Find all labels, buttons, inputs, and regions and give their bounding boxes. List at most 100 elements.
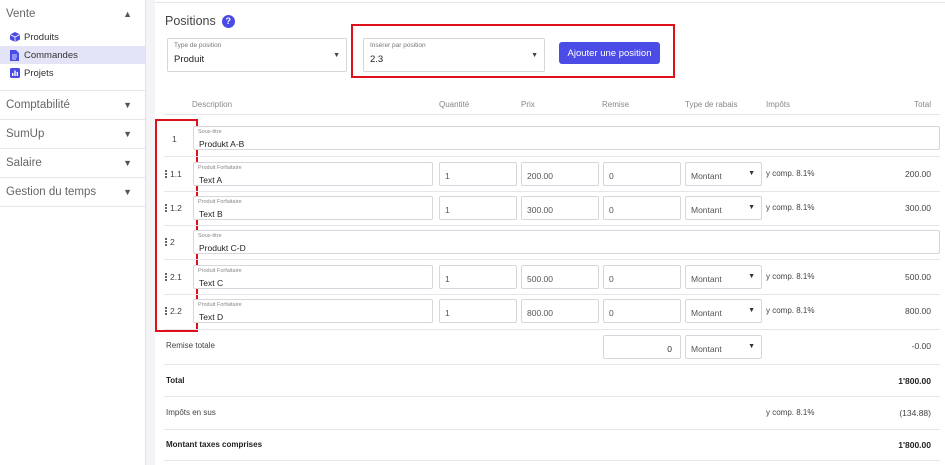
help-icon[interactable]: ? xyxy=(221,14,235,28)
sidebar-item-label: Produits xyxy=(24,31,59,43)
chevron-down-icon: ▼ xyxy=(123,129,132,139)
quantity-input[interactable]: 1 xyxy=(439,265,517,289)
rabais-select[interactable]: Montant ▼ xyxy=(685,265,762,289)
rabais-select[interactable]: Montant ▼ xyxy=(685,299,762,323)
row-number-text: 2.1 xyxy=(170,272,182,282)
tax-text: y comp. 8.1% xyxy=(766,169,815,178)
row-total: 800.00 xyxy=(905,306,931,316)
divider xyxy=(164,225,940,226)
field-label: Produit Forfaitaire xyxy=(198,199,242,205)
sidebar-group-salaire[interactable]: Salaire ▼ xyxy=(0,149,145,178)
field-value: Produkt C-D xyxy=(199,243,246,253)
row-number: 1 xyxy=(165,127,195,151)
field-label: Type de position xyxy=(174,42,222,49)
sidebar-head-label: Salaire xyxy=(6,157,42,169)
field-value: 2.3 xyxy=(370,54,384,65)
rabais-select[interactable]: Montant ▼ xyxy=(685,196,762,220)
description-input[interactable]: Produit Forfaitaire Text B xyxy=(193,196,433,220)
quantity-input[interactable]: 1 xyxy=(439,162,517,186)
sidebar-item-label: Projets xyxy=(24,67,54,79)
drag-handle-icon[interactable] xyxy=(165,238,167,247)
price-input[interactable]: 200.00 xyxy=(521,162,599,186)
field-value: Montant xyxy=(691,274,722,284)
cube-icon xyxy=(9,32,20,43)
price-input[interactable]: 800.00 xyxy=(521,299,599,323)
sidebar-group-gestion-temps[interactable]: Gestion du temps ▼ xyxy=(0,178,145,207)
insert-position-select[interactable]: Insérer par position 2.3 ▼ xyxy=(363,38,545,72)
drag-handle-icon[interactable] xyxy=(165,204,167,213)
field-label: Sous-titre xyxy=(198,233,222,239)
tax-text: y comp. 8.1% xyxy=(766,272,815,281)
page-title-text: Positions xyxy=(165,14,216,28)
field-value: 1 xyxy=(445,171,450,181)
field-value: 200.00 xyxy=(527,171,553,181)
row-number[interactable]: 2.1 xyxy=(165,265,195,289)
drag-handle-icon[interactable] xyxy=(165,273,167,282)
quantity-input[interactable]: 1 xyxy=(439,196,517,220)
sidebar-group-sumup[interactable]: SumUp ▼ xyxy=(0,120,145,149)
description-input[interactable]: Produit Forfaitaire Text C xyxy=(193,265,433,289)
field-label: Produit Forfaitaire xyxy=(198,165,242,171)
tax-text: y comp. 8.1% xyxy=(766,203,815,212)
field-label: Produit Forfaitaire xyxy=(198,302,242,308)
field-value: 0 xyxy=(609,274,614,284)
type-position-select[interactable]: Type de position Produit ▼ xyxy=(167,38,347,72)
divider xyxy=(164,329,940,330)
divider xyxy=(164,114,940,115)
description-input[interactable]: Produit Forfaitaire Text D xyxy=(193,299,433,323)
sidebar-item-produits[interactable]: Produits xyxy=(0,28,145,46)
add-position-button[interactable]: Ajouter une position xyxy=(559,42,660,64)
row-number-text: 1.2 xyxy=(170,203,182,213)
sidebar-item-commandes[interactable]: Commandes xyxy=(0,46,145,64)
sidebar-head-vente[interactable]: Vente ▲ xyxy=(0,0,145,28)
sidebar-head-label: Vente xyxy=(6,8,36,20)
chevron-down-icon: ▼ xyxy=(123,187,132,197)
field-value: 0 xyxy=(609,205,614,215)
drag-handle-icon[interactable] xyxy=(165,170,167,179)
subtitle-input[interactable]: Sous-titre Produkt A-B xyxy=(193,126,940,150)
quantity-input[interactable]: 1 xyxy=(439,299,517,323)
col-header-quantite: Quantité xyxy=(439,100,470,109)
col-header-type-rabais: Type de rabais xyxy=(685,100,738,109)
row-total: 200.00 xyxy=(905,169,931,179)
field-value: 0 xyxy=(609,308,614,318)
sidebar-head-label: Comptabilité xyxy=(6,99,70,111)
row-number[interactable]: 1.1 xyxy=(165,162,195,186)
col-header-description: Description xyxy=(192,100,233,109)
caret-down-icon: ▼ xyxy=(748,307,755,314)
discount-input[interactable]: 0 xyxy=(603,299,681,323)
chevron-down-icon: ▼ xyxy=(123,100,132,110)
remise-totale-label: Remise totale xyxy=(166,341,215,350)
field-label: Produit Forfaitaire xyxy=(198,268,242,274)
caret-down-icon: ▼ xyxy=(333,52,340,59)
tax-text: y comp. 8.1% xyxy=(766,408,815,417)
col-header-total: Total xyxy=(914,100,931,109)
impots-sus-value: (134.88) xyxy=(899,408,931,418)
price-input[interactable]: 300.00 xyxy=(521,196,599,220)
discount-input[interactable]: 0 xyxy=(603,162,681,186)
row-number[interactable]: 2.2 xyxy=(165,299,195,323)
sidebar-head-label: SumUp xyxy=(6,128,45,140)
field-value: 0 xyxy=(667,344,672,354)
description-input[interactable]: Produit Forfaitaire Text A xyxy=(193,162,433,186)
total-discount-input[interactable]: 0 xyxy=(603,335,681,359)
row-number[interactable]: 2 xyxy=(165,230,195,254)
sidebar-group-comptabilite[interactable]: Comptabilité ▼ xyxy=(0,91,145,120)
drag-handle-icon[interactable] xyxy=(165,307,167,316)
caret-down-icon: ▼ xyxy=(748,273,755,280)
row-number[interactable]: 1.2 xyxy=(165,196,195,220)
rabais-select[interactable]: Montant ▼ xyxy=(685,162,762,186)
discount-input[interactable]: 0 xyxy=(603,265,681,289)
field-value: Text C xyxy=(199,278,224,288)
discount-input[interactable]: 0 xyxy=(603,196,681,220)
price-input[interactable]: 500.00 xyxy=(521,265,599,289)
sidebar-item-projets[interactable]: Projets xyxy=(0,64,145,82)
field-value: 0 xyxy=(609,171,614,181)
rabais-select[interactable]: Montant ▼ xyxy=(685,335,762,359)
field-label: Insérer par position xyxy=(370,42,426,49)
field-value: Produkt A-B xyxy=(199,139,245,149)
field-value: Montant xyxy=(691,205,722,215)
field-value: Text A xyxy=(199,175,223,185)
caret-down-icon: ▼ xyxy=(748,170,755,177)
subtitle-input[interactable]: Sous-titre Produkt C-D xyxy=(193,230,940,254)
